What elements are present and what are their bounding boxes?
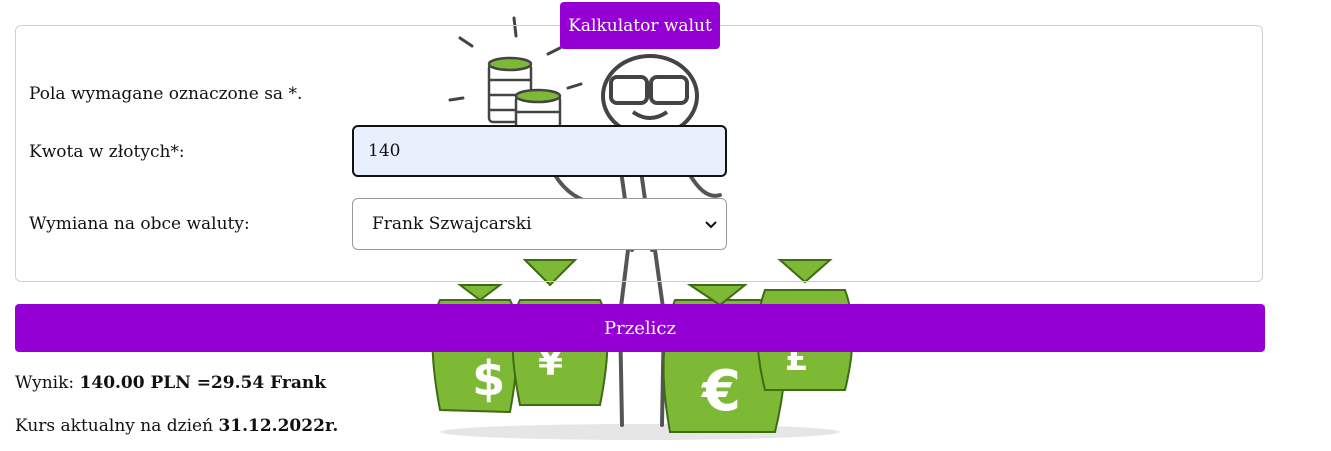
result-prefix: Wynik: (15, 373, 80, 393)
calculate-button[interactable]: Przelicz (15, 304, 1265, 352)
amount-input[interactable] (352, 125, 727, 177)
result-text: Wynik: 140.00 PLN =29.54 Frank (15, 373, 326, 393)
calculator-legend: Kalkulator walut (560, 2, 720, 49)
rate-prefix: Kurs aktualny na dzień (15, 416, 219, 436)
chevron-down-icon (704, 217, 718, 231)
currency-selected-value: Frank Szwajcarski (372, 214, 532, 234)
rate-date-text: Kurs aktualny na dzień 31.12.2022r. (15, 416, 338, 436)
currency-select[interactable]: Frank Szwajcarski (352, 198, 727, 250)
svg-text:€: € (700, 359, 741, 424)
currency-label: Wymiana na obce waluty: (29, 214, 250, 234)
svg-text:$: $ (472, 351, 505, 407)
rate-date: 31.12.2022r. (218, 416, 339, 436)
required-fields-note: Pola wymagane oznaczone sa *. (29, 84, 303, 104)
result-value: 140.00 PLN =29.54 Frank (79, 373, 326, 393)
amount-label: Kwota w złotych*: (29, 142, 185, 162)
